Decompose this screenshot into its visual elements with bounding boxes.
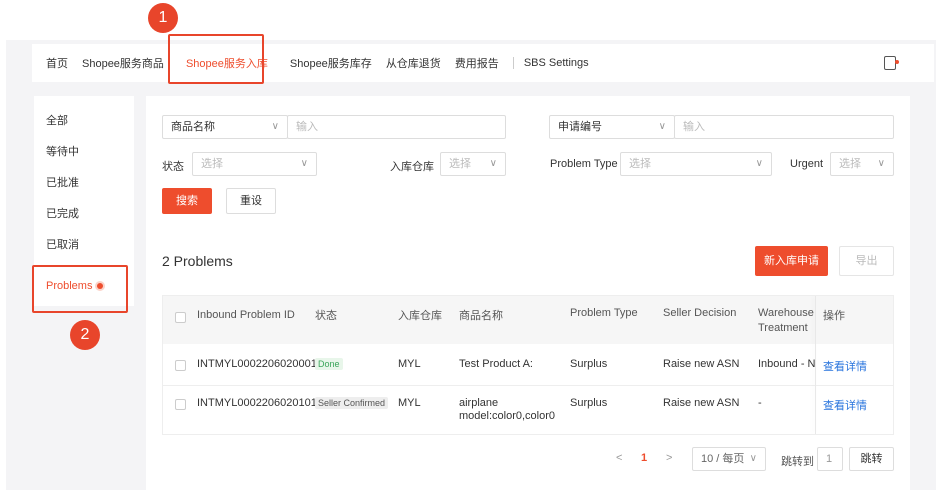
sidebar-item-cancelled[interactable]: 已取消 <box>46 236 79 252</box>
tab-home[interactable]: 首页 <box>46 55 68 71</box>
tab-shopee-products[interactable]: Shopee服务商品 <box>82 55 164 71</box>
annotation-highlight-inbound-tab <box>168 34 264 84</box>
product-name-select[interactable]: 商品名称 ∨ <box>162 115 288 139</box>
cell-problem-type: Surplus <box>570 397 608 409</box>
chevron-down-icon: ∨ <box>271 121 279 132</box>
chevron-down-icon: ∨ <box>749 453 757 464</box>
col-header-problem-id: Inbound Problem ID <box>197 309 295 321</box>
col-header-warehouse: 入库仓库 <box>398 310 442 322</box>
application-no-input[interactable]: 输入 <box>674 115 894 139</box>
urgent-filter-label: Urgent <box>790 158 824 170</box>
cell-product-name: airplane <box>459 397 499 409</box>
col-header-warehouse-treatment-line2: Treatment <box>758 322 808 334</box>
col-header-seller-decision: Seller Decision <box>663 307 737 319</box>
actions-column-divider <box>815 296 816 434</box>
sidebar-item-pending[interactable]: 等待中 <box>46 143 79 159</box>
warehouse-filter-select[interactable]: 选择 ∨ <box>440 152 506 176</box>
next-page-button[interactable]: > <box>666 452 672 464</box>
jump-to-label: 跳转到 <box>781 456 814 468</box>
cell-warehouse-treatment: Inbound - New <box>758 358 816 370</box>
product-name-select-value: 商品名称 <box>171 121 215 133</box>
page-size-value: 10 / 每页 <box>701 453 745 465</box>
warehouse-filter-placeholder: 选择 <box>449 158 471 170</box>
tab-sbs-settings[interactable]: SBS Settings <box>524 57 589 69</box>
sidebar-item-completed[interactable]: 已完成 <box>46 205 79 221</box>
cell-warehouse: MYL <box>398 397 421 409</box>
urgent-filter-select[interactable]: 选择 ∨ <box>830 152 894 176</box>
status-badge: Seller Confirmed <box>315 397 389 409</box>
problems-table: Inbound Problem ID 状态 入库仓库 商品名称 Problem … <box>162 295 894 435</box>
view-details-link[interactable]: 查看详情 <box>823 397 867 413</box>
tab-fee-report[interactable]: 费用报告 <box>455 55 499 71</box>
main-content: 商品名称 ∨ 输入 申请编号 ∨ 输入 状态 选择 ∨ 入库仓库 选择 ∨ Pr… <box>146 96 910 490</box>
col-header-actions: 操作 <box>823 310 845 322</box>
cell-warehouse-treatment: - <box>758 397 762 409</box>
status-filter-label: 状态 <box>162 161 184 173</box>
warehouse-filter-label: 入库仓库 <box>390 161 434 173</box>
product-name-input[interactable]: 输入 <box>287 115 506 139</box>
view-details-link[interactable]: 查看详情 <box>823 358 867 374</box>
col-header-product-name: 商品名称 <box>459 310 503 322</box>
row-checkbox[interactable] <box>175 360 186 371</box>
annotation-badge-1: 1 <box>148 3 178 33</box>
new-inbound-request-button[interactable]: 新入库申请 <box>755 246 828 276</box>
status-filter-placeholder: 选择 <box>201 158 223 170</box>
col-header-problem-type: Problem Type <box>570 307 638 319</box>
tab-shopee-inventory[interactable]: Shopee服务库存 <box>290 55 372 71</box>
chevron-down-icon: ∨ <box>300 158 308 169</box>
select-all-checkbox[interactable] <box>175 312 186 323</box>
row-checkbox[interactable] <box>175 399 186 410</box>
tab-divider <box>512 57 514 69</box>
jump-page-input[interactable]: 1 <box>817 447 843 471</box>
export-button[interactable]: 导出 <box>839 246 894 276</box>
problems-count: 2 Problems <box>162 253 233 269</box>
cell-status: Seller Confirmed <box>315 397 389 409</box>
page-1-button[interactable]: 1 <box>641 452 647 464</box>
status-filter-select[interactable]: 选择 ∨ <box>192 152 317 176</box>
cell-problem-id: INTMYL0002206020001 <box>197 358 317 370</box>
tab-warehouse-return[interactable]: 从仓库退货 <box>386 55 441 71</box>
row-divider <box>163 385 893 386</box>
jump-button[interactable]: 跳转 <box>849 447 894 471</box>
application-no-select[interactable]: 申请编号 ∨ <box>549 115 675 139</box>
chevron-down-icon: ∨ <box>755 158 763 169</box>
cell-warehouse: MYL <box>398 358 421 370</box>
sidebar-item-all[interactable]: 全部 <box>46 112 68 128</box>
problem-type-filter-label: Problem Type <box>550 158 618 170</box>
application-no-select-value: 申请编号 <box>558 121 602 133</box>
chevron-down-icon: ∨ <box>489 158 497 169</box>
annotation-highlight-problems <box>32 265 128 313</box>
cell-status: Done <box>315 358 343 370</box>
cell-product-name-line2: model:color0,color0 <box>459 410 555 422</box>
chevron-down-icon: ∨ <box>877 158 885 169</box>
document-notification-icon[interactable] <box>884 56 899 70</box>
page-size-select[interactable]: 10 / 每页 ∨ <box>692 447 766 471</box>
chevron-down-icon: ∨ <box>658 121 666 132</box>
problem-type-filter-placeholder: 选择 <box>629 158 651 170</box>
col-header-warehouse-treatment: Warehouse <box>758 307 814 319</box>
search-button[interactable]: 搜索 <box>162 188 212 214</box>
urgent-filter-placeholder: 选择 <box>839 158 861 170</box>
problem-type-filter-select[interactable]: 选择 ∨ <box>620 152 772 176</box>
col-header-status: 状态 <box>315 310 337 322</box>
sidebar-item-approved[interactable]: 已批准 <box>46 174 79 190</box>
cell-product-name: Test Product A: <box>459 358 533 370</box>
prev-page-button[interactable]: < <box>616 452 622 464</box>
cell-problem-id: INTMYL0002206020101 <box>197 397 317 409</box>
reset-button[interactable]: 重设 <box>226 188 276 214</box>
table-header: Inbound Problem ID 状态 入库仓库 商品名称 Problem … <box>163 296 893 344</box>
cell-seller-decision: Raise new ASN <box>663 358 740 370</box>
cell-seller-decision: Raise new ASN <box>663 397 740 409</box>
status-badge: Done <box>315 358 343 370</box>
cell-problem-type: Surplus <box>570 358 608 370</box>
annotation-badge-2: 2 <box>70 320 100 350</box>
